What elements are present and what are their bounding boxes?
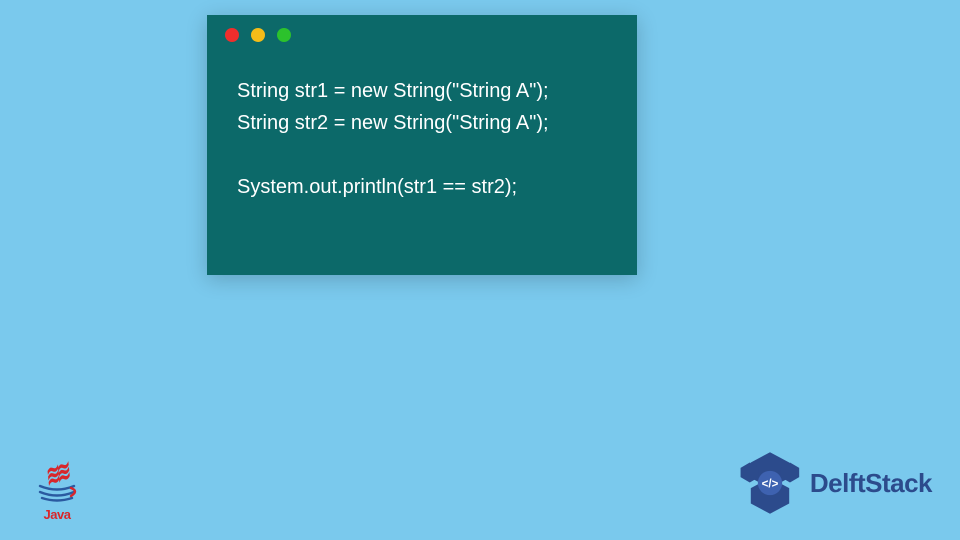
code-line: String str2 = new String("String A");	[237, 112, 549, 134]
delftstack-mark-icon: </>	[738, 451, 802, 515]
java-cup-icon	[37, 483, 77, 505]
window-minimize-icon	[251, 28, 265, 42]
delftstack-logo-label: DelftStack	[810, 468, 932, 499]
code-line: System.out.println(str1 == str2);	[237, 176, 517, 198]
svg-text:</>: </>	[762, 478, 779, 490]
code-window: String str1 = new String("String A"); St…	[207, 15, 637, 275]
window-titlebar	[207, 15, 637, 55]
code-line	[237, 144, 243, 166]
delftstack-logo: </> DelftStack	[738, 451, 932, 515]
code-area: String str1 = new String("String A"); St…	[207, 55, 637, 233]
java-logo: ≋≋ Java	[32, 442, 82, 522]
code-line: String str1 = new String("String A");	[237, 80, 549, 102]
window-close-icon	[225, 28, 239, 42]
java-logo-label: Java	[44, 507, 71, 522]
window-zoom-icon	[277, 28, 291, 42]
